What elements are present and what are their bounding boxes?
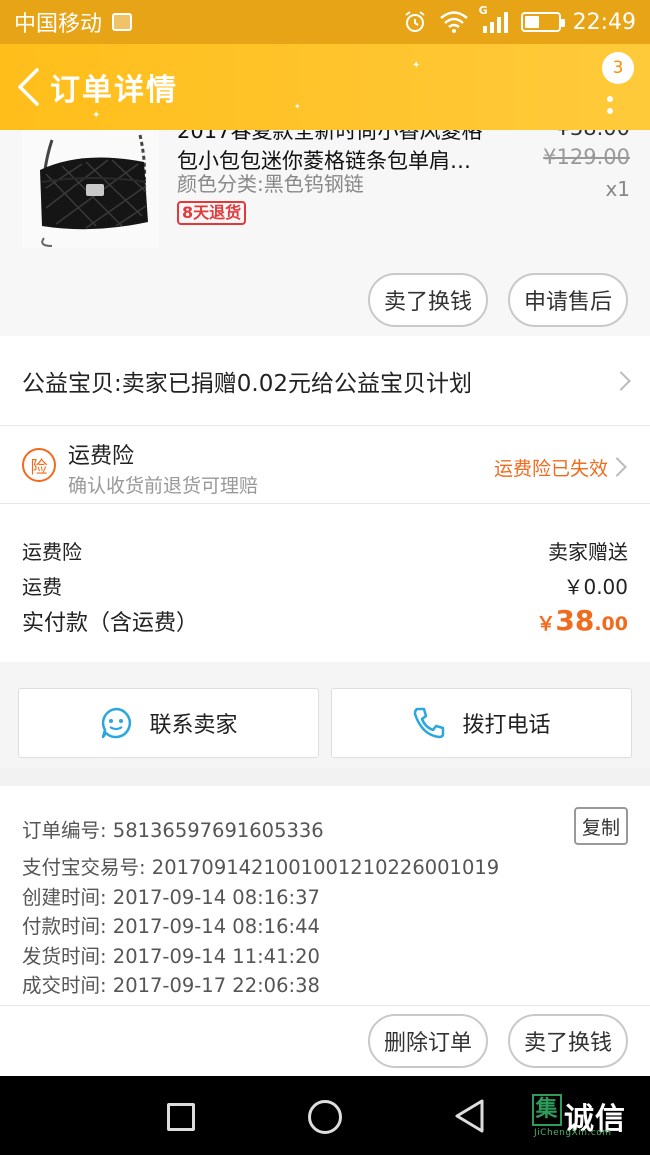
paid-time-value: 2017-09-14 08:16:44: [112, 915, 320, 938]
fee-value: ￥0.00: [563, 575, 628, 599]
order-info: 订单编号: 58136597691605336 复制 支付宝交易号: 20170…: [0, 786, 650, 1006]
product-image[interactable]: [22, 130, 159, 248]
fee-label: 运费: [22, 575, 62, 599]
signal-icon: G: [479, 4, 509, 34]
total-label: 实付款（含运费）: [22, 611, 199, 636]
product-spec: 颜色分类:黑色钨钢链: [177, 172, 364, 196]
status-bar: 中国移动 G 22:49: [0, 0, 650, 44]
total-price: ￥38.00: [536, 604, 628, 637]
shipped-time-value: 2017-09-14 11:41:20: [112, 945, 320, 968]
message-count-badge[interactable]: 3: [602, 52, 634, 84]
sim-icon: [112, 13, 133, 31]
shipping-insurance-row[interactable]: 险 运费险 确认收货前退货可理赔 运费险已失效: [0, 426, 650, 504]
recent-apps-button[interactable]: [167, 1103, 195, 1131]
created-time-value: 2017-09-14 08:16:37: [112, 886, 320, 909]
delete-order-button[interactable]: 删除订单: [368, 1014, 488, 1068]
chevron-left-icon: [18, 68, 39, 106]
fee-summary: 运费险 卖家赠送 运费 ￥0.00 实付款（含运费） ￥38.00: [0, 504, 650, 662]
alipay-number-value: 2017091421001001210226001019: [151, 856, 500, 879]
resell-button[interactable]: 卖了换钱: [368, 273, 488, 327]
carrier-name: 中国移动: [14, 12, 103, 37]
chevron-right-icon: [611, 370, 631, 391]
charity-row[interactable]: 公益宝贝:卖家已捐赠0.02元给公益宝贝计划: [0, 336, 650, 426]
insurance-status: 运费险已失效: [493, 458, 608, 480]
completed-time-value: 2017-09-17 22:06:38: [112, 974, 320, 997]
fee-value: 卖家赠送: [548, 540, 628, 564]
back-triangle-icon[interactable]: [452, 1098, 486, 1134]
wifi-icon: [439, 11, 468, 33]
watermark-logo: 集诚信 JiChengXin.com: [532, 1094, 626, 1138]
fee-row-shipping: 运费 ￥0.00: [22, 571, 628, 600]
total-currency: ￥: [536, 613, 556, 635]
created-time-label: 创建时间:: [22, 886, 107, 909]
product-title-line1: 2017春夏款全新时尚小香风菱格: [177, 130, 483, 143]
contact-seller-button[interactable]: 联系卖家: [18, 688, 319, 758]
contact-seller-label: 联系卖家: [149, 713, 238, 738]
original-price: ¥129.00: [543, 145, 630, 169]
created-time-row: 创建时间: 2017-09-14 08:16:37: [22, 881, 320, 910]
return-policy-badge: 8天退货: [177, 201, 247, 225]
fee-label: 运费险: [22, 540, 82, 564]
app-header: ✦ ✦ ✦ 订单详情 3: [0, 44, 650, 130]
fee-row-total: 实付款（含运费） ￥38.00: [22, 604, 628, 637]
watermark-domain: JiChengXin.com: [534, 1128, 612, 1138]
chat-bubble-icon: [102, 707, 132, 739]
page-title: 订单详情: [50, 73, 178, 108]
after-sales-button[interactable]: 申请售后: [508, 273, 628, 327]
watermark-box: 集: [532, 1094, 562, 1126]
chevron-right-icon: [607, 457, 627, 477]
resell-bottom-button[interactable]: 卖了换钱: [508, 1014, 628, 1068]
home-button[interactable]: [308, 1100, 342, 1134]
call-phone-label: 拨打电话: [462, 713, 551, 738]
paid-time-row: 付款时间: 2017-09-14 08:16:44: [22, 910, 320, 939]
insurance-title: 运费险: [68, 444, 135, 469]
fee-row-insurance: 运费险 卖家赠送: [22, 536, 628, 565]
back-button[interactable]: [6, 57, 50, 117]
alipay-number-label: 支付宝交易号:: [22, 856, 146, 879]
order-number-value: 58136597691605336: [112, 819, 324, 842]
insurance-icon: 险: [22, 448, 56, 482]
charity-text: 公益宝贝:卖家已捐赠0.02元给公益宝贝计划: [22, 370, 472, 397]
product-quantity: x1: [605, 177, 630, 201]
clock: 22:49: [572, 9, 636, 35]
completed-time-label: 成交时间:: [22, 974, 107, 997]
insurance-subtitle: 确认收货前退货可理赔: [68, 475, 259, 497]
battery-icon: [520, 12, 565, 32]
total-integer: 38: [555, 604, 595, 637]
product-price: ¥38.00: [557, 130, 630, 140]
total-decimal: .00: [594, 613, 628, 635]
shipped-time-label: 发货时间:: [22, 945, 107, 968]
alarm-icon: [404, 11, 425, 32]
shipped-time-row: 发货时间: 2017-09-14 11:41:20: [22, 940, 320, 969]
phone-icon: [414, 707, 445, 739]
paid-time-label: 付款时间:: [22, 915, 107, 938]
order-number-label: 订单编号:: [22, 819, 107, 842]
bottom-action-bar: 删除订单 卖了换钱: [0, 1006, 650, 1076]
call-phone-button[interactable]: 拨打电话: [331, 688, 632, 758]
handbag-image: [22, 130, 159, 248]
copy-button[interactable]: 复制: [574, 807, 628, 845]
alipay-number-row: 支付宝交易号: 2017091421001001210226001019: [22, 851, 499, 880]
order-number-row: 订单编号: 58136597691605336: [22, 814, 324, 843]
product-card[interactable]: 2017春夏款全新时尚小香风菱格 包小包包迷你菱格链条包单肩… ¥38.00 ¥…: [0, 130, 650, 336]
contact-section: 联系卖家 拨打电话: [0, 662, 650, 768]
completed-time-row: 成交时间: 2017-09-17 22:06:38: [22, 969, 320, 998]
